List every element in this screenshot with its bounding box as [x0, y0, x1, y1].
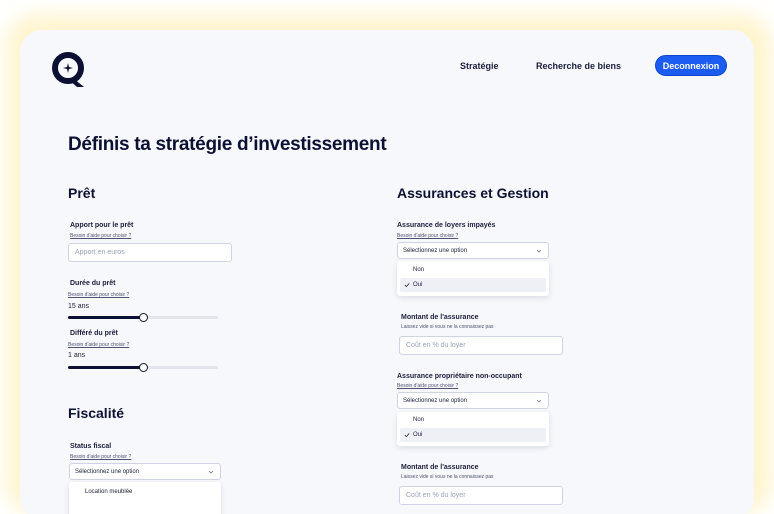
insurance-amount-1-input[interactable]: Coût en % du loyer — [399, 336, 563, 355]
section-title-insurance: Assurances et Gestion — [397, 185, 549, 201]
contribution-help-link[interactable]: Besoin d'aide pour choisir ? — [70, 233, 131, 239]
unpaid-rent-option-yes[interactable]: Oui — [400, 278, 546, 292]
insurance-amount-2-label: Montant de l'assurance — [401, 464, 479, 471]
non-occupant-option-yes-label: Oui — [413, 432, 423, 438]
deferral-slider[interactable] — [68, 363, 218, 372]
logo-icon — [52, 52, 84, 87]
duration-label: Durée du prêt — [70, 280, 116, 287]
chevron-down-icon — [208, 470, 214, 474]
deferral-label: Différé du prêt — [70, 330, 118, 337]
unpaid-rent-dropdown: Non Oui — [397, 261, 549, 296]
contribution-input[interactable]: Apport en euros — [68, 243, 232, 262]
non-occupant-label: Assurance propriétaire non-occupant — [397, 373, 522, 380]
unpaid-rent-help-link[interactable]: Besoin d'aide pour choisir ? — [397, 233, 458, 239]
logout-button[interactable]: Deconnexion — [655, 55, 727, 76]
duration-slider[interactable] — [68, 313, 218, 322]
section-title-tax: Fiscalité — [68, 405, 125, 421]
deferral-value: 1 ans — [68, 352, 86, 359]
deferral-slider-thumb[interactable] — [139, 363, 148, 372]
non-occupant-option-yes[interactable]: Oui — [400, 428, 546, 442]
nav-link-strategy[interactable]: Stratégie — [460, 61, 499, 71]
duration-help-link[interactable]: Besoin d'aide pour choisir ? — [68, 292, 129, 298]
non-occupant-dropdown: Non Oui — [397, 412, 549, 446]
non-occupant-select[interactable]: Sélectionnez une option — [397, 392, 549, 409]
contribution-label: Apport pour le prêt — [70, 222, 134, 229]
check-icon — [404, 433, 410, 438]
insurance-amount-1-hint: Laissez vide si vous ne la connaissez pa… — [401, 324, 494, 330]
chevron-down-icon — [536, 249, 542, 253]
duration-value: 15 ans — [68, 303, 90, 310]
section-title-loan: Prêt — [68, 185, 96, 201]
check-icon — [404, 283, 410, 288]
deferral-help-link[interactable]: Besoin d'aide pour choisir ? — [68, 342, 129, 348]
duration-slider-fill — [68, 316, 143, 319]
nav-link-property-search[interactable]: Recherche de biens — [536, 61, 621, 71]
tax-status-select-value: Sélectionnez une option — [75, 468, 140, 475]
unpaid-rent-select[interactable]: Sélectionnez une option — [397, 242, 549, 259]
tax-status-help-link[interactable]: Besoin d'aide pour choisir ? — [70, 454, 131, 460]
tax-status-option[interactable]: Location meublée — [72, 485, 218, 499]
page-title: Définis ta stratégie d’investissement — [68, 134, 387, 155]
insurance-amount-1-label: Montant de l'assurance — [401, 314, 479, 321]
insurance-amount-2-hint: Laissez vide si vous ne la connaissez pa… — [401, 474, 494, 480]
chevron-down-icon — [536, 399, 542, 403]
unpaid-rent-label: Assurance de loyers impayés — [397, 222, 496, 229]
non-occupant-select-value: Sélectionnez une option — [403, 397, 468, 404]
tax-status-dropdown: Location meublée — [69, 482, 221, 514]
non-occupant-help-link[interactable]: Besoin d'aide pour choisir ? — [397, 383, 458, 389]
deferral-slider-fill — [68, 366, 143, 369]
unpaid-rent-select-value: Sélectionnez une option — [403, 247, 468, 254]
app-card: Stratégie Recherche de biens Deconnexion… — [20, 30, 754, 514]
unpaid-rent-option-yes-label: Oui — [413, 282, 423, 288]
unpaid-rent-option-no[interactable]: Non — [400, 263, 546, 277]
tax-status-select[interactable]: Sélectionnez une option — [69, 463, 221, 480]
tax-status-label: Status fiscal — [70, 443, 112, 450]
non-occupant-option-no[interactable]: Non — [400, 413, 546, 427]
duration-slider-thumb[interactable] — [139, 313, 148, 322]
insurance-amount-2-input[interactable]: Coût en % du loyer — [399, 486, 563, 505]
